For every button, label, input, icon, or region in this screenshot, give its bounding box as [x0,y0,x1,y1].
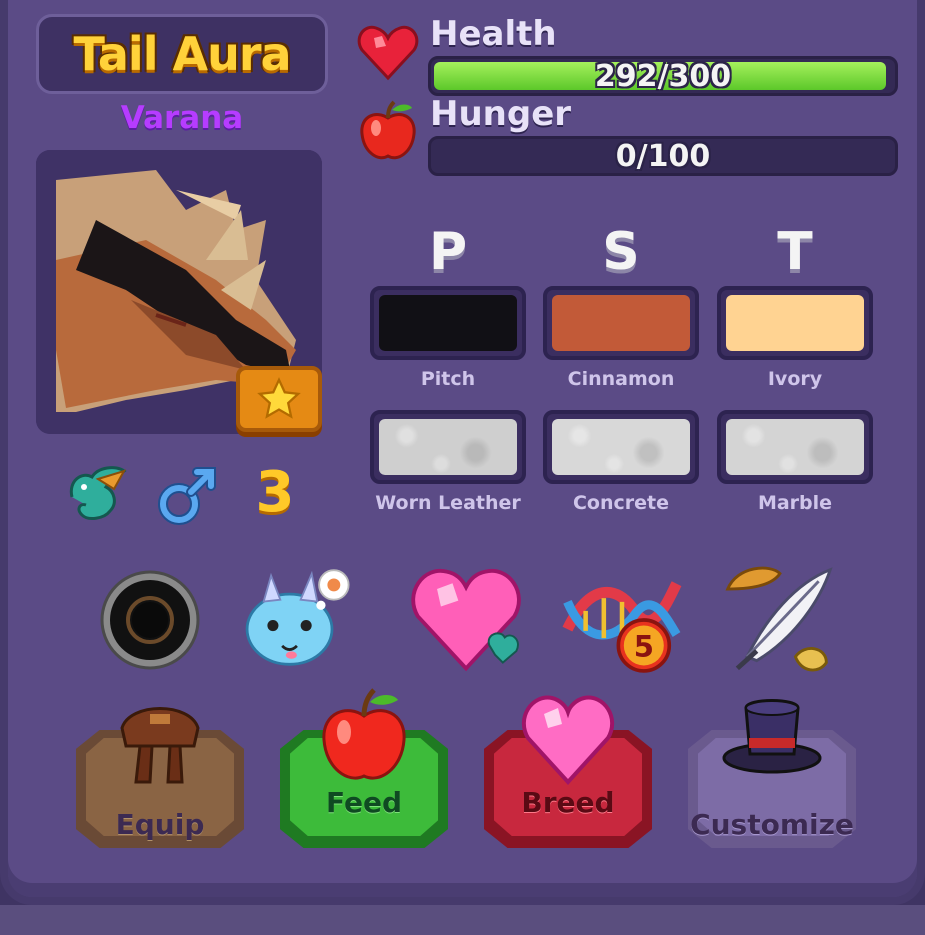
breed-button[interactable]: Breed [484,695,652,850]
health-bar: 292/300 [428,56,898,96]
color-swatch-primary[interactable] [370,286,526,360]
color-fill-ivory [726,295,864,351]
customize-label: Customize [690,808,854,841]
pink-heart-icon [521,695,615,785]
texture-swatch-tertiary[interactable] [717,410,873,484]
teal-dragon-icon [56,455,136,535]
gene-header-secondary: S [602,222,640,282]
dragon-species: Varana [120,100,244,136]
dragon-level: 3 [255,460,295,525]
texture-swatch-secondary[interactable] [543,410,699,484]
texture-fill-marble [726,419,864,475]
dna-badge-number: 5 [634,629,654,663]
apple-feed-icon [322,688,406,780]
apple-icon [360,100,416,160]
texture-label-primary: Worn Leather [375,492,521,514]
color-swatch-secondary[interactable] [543,286,699,360]
dna-icon[interactable]: 5 [562,560,682,680]
gene-header-tertiary: T [777,222,813,282]
color-fill-cinnamon [552,295,690,351]
health-label: Health [430,14,557,54]
heart-icon [357,25,419,81]
dragon-mood-icon[interactable] [236,560,356,680]
dragon-name-plate: Tail Aura [36,14,328,94]
favorite-star-button[interactable] [236,366,322,432]
texture-label-secondary: Concrete [572,492,669,514]
color-label-primary: Pitch [420,368,476,390]
equip-label: Equip [115,808,205,841]
hunger-value: 0/100 [615,138,711,174]
saddle-icon [120,707,200,784]
star-icon [257,377,301,419]
customize-button[interactable]: Customize [688,699,856,850]
color-fill-pitch [379,295,517,351]
color-label-secondary: Cinnamon [567,368,675,390]
health-value: 292/300 [594,58,732,94]
color-swatch-tertiary[interactable] [717,286,873,360]
hunger-bar: 0/100 [428,136,898,176]
male-symbol-icon [146,455,226,535]
feed-button[interactable]: Feed [280,688,448,850]
breed-heart-icon[interactable] [408,560,528,680]
black-ring-icon[interactable] [90,560,210,680]
texture-fill-concrete [552,419,690,475]
panel-footer-strip [0,905,925,935]
texture-fill-worn-leather [379,419,517,475]
feed-label: Feed [325,786,402,819]
breed-label: Breed [521,786,615,819]
feather-hat-icon[interactable] [718,560,838,680]
dragon-name: Tail Aura [73,27,291,81]
hunger-label: Hunger [430,94,572,134]
color-label-tertiary: Ivory [767,368,823,390]
gene-header-primary: P [428,222,468,282]
texture-label-tertiary: Marble [757,492,833,514]
texture-swatch-primary[interactable] [370,410,526,484]
equip-button[interactable]: Equip [76,707,244,850]
top-hat-icon [722,699,822,774]
